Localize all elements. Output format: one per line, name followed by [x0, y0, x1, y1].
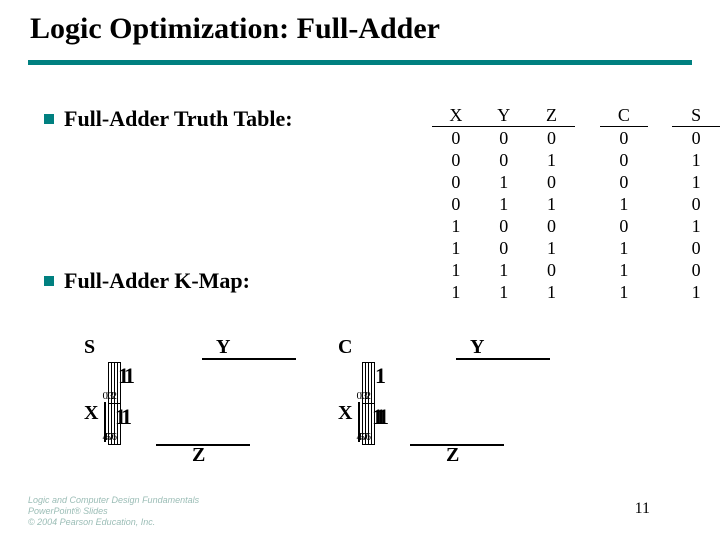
- kmap-y-bar: [456, 358, 550, 360]
- kmap-label-y: Y: [470, 336, 484, 359]
- th-gap: [575, 104, 600, 127]
- th-z: Z: [528, 104, 576, 127]
- bullet-kmap: Full-Adder K-Map:: [44, 268, 250, 294]
- bullet-square-icon: [44, 114, 54, 124]
- kmap-label-s: S: [84, 336, 95, 359]
- kmap-label-x: X: [84, 402, 98, 425]
- page-title: Logic Optimization: Full-Adder: [30, 12, 440, 46]
- kmap-label-z: Z: [446, 444, 459, 467]
- bullet-truth-table: Full-Adder Truth Table:: [44, 106, 293, 132]
- footer-copyright: Logic and Computer Design Fundamentals P…: [28, 495, 199, 528]
- title-divider: [28, 60, 692, 65]
- kmap-x-bar: [104, 402, 106, 442]
- bullet-text: Full-Adder Truth Table:: [64, 106, 293, 131]
- kmap-label-y: Y: [216, 336, 230, 359]
- kmap-y-bar: [202, 358, 296, 360]
- th-s: S: [672, 104, 720, 127]
- kmap-label-z: Z: [192, 444, 205, 467]
- table-row: 10001: [432, 215, 720, 237]
- th-x: X: [432, 104, 480, 127]
- th-gap: [648, 104, 673, 127]
- th-y: Y: [480, 104, 528, 127]
- table-row: 00000: [432, 127, 720, 150]
- kmap-c-grid: 0 1 13 2 4 15 17 16: [362, 362, 375, 445]
- bullet-square-icon: [44, 276, 54, 286]
- table-header-row: X Y Z C S: [432, 104, 720, 127]
- kmap-row: 0 1 13 2: [363, 363, 375, 404]
- footer-line: PowerPoint® Slides: [28, 506, 199, 517]
- kmap-row: 0 11 3 12: [109, 363, 121, 404]
- slide: Logic Optimization: Full-Adder Full-Adde…: [0, 0, 720, 540]
- th-c: C: [600, 104, 648, 127]
- kmap-z-bar: [410, 444, 504, 446]
- table-row: 11111: [432, 281, 720, 303]
- page-number: 11: [635, 500, 650, 518]
- kmap-label-c: C: [338, 336, 352, 359]
- table-row: 11010: [432, 259, 720, 281]
- footer-line: © 2004 Pearson Education, Inc.: [28, 517, 199, 528]
- table-row: 01110: [432, 193, 720, 215]
- kmap-row: 4 15 17 16: [363, 404, 375, 445]
- truth-table: X Y Z C S 00000 00101 01001 01110 10001 …: [432, 104, 720, 303]
- table-row: 10110: [432, 237, 720, 259]
- kmap-cell: 12: [118, 363, 121, 404]
- kmap-z-bar: [156, 444, 250, 446]
- kmap-cell: 6: [118, 404, 121, 445]
- kmap-s-grid: 0 11 3 12 14 5 17 6: [108, 362, 121, 445]
- kmap-cell: 16: [372, 404, 375, 445]
- bullet-text: Full-Adder K-Map:: [64, 268, 250, 293]
- kmap-label-x: X: [338, 402, 352, 425]
- table-row: 01001: [432, 171, 720, 193]
- kmap-row: 14 5 17 6: [109, 404, 121, 445]
- kmap-x-bar: [358, 402, 360, 442]
- table-row: 00101: [432, 149, 720, 171]
- footer-line: Logic and Computer Design Fundamentals: [28, 495, 199, 506]
- kmap-cell: 2: [372, 363, 375, 404]
